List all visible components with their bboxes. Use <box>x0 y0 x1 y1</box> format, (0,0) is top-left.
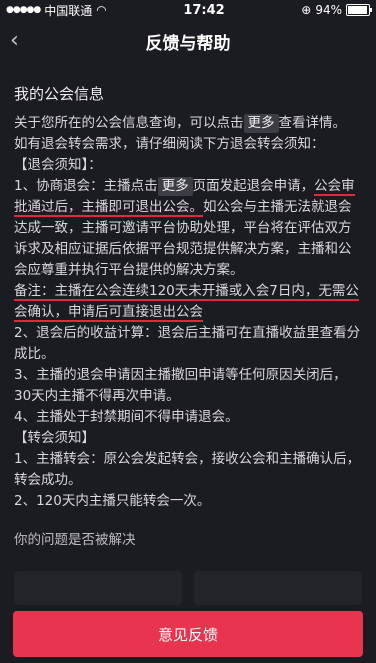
battery-percent: 94% <box>315 3 342 17</box>
exit-item-2: 2、退会后的收益计算：退会后主播可在直播收益里查看分成比。 <box>14 325 361 362</box>
status-right: ⊕ 94% <box>301 3 372 17</box>
unresolved-button[interactable] <box>194 571 362 605</box>
info-text-a: 关于您所在的公会信息查询，可以点击 <box>14 115 244 131</box>
signal-icon: ●●●●● <box>6 5 41 15</box>
battery-icon <box>345 4 372 16</box>
status-bar: ●●●●● 中国联通 ◠ 17:42 ⊕ 94% <box>0 0 376 20</box>
more-button-inline[interactable]: 更多 <box>157 177 193 196</box>
resolved-question: 你的问题是否被解决 <box>14 532 136 548</box>
item1-text-a: 1、协商退会：主播点击 <box>14 178 158 194</box>
guild-info-section: 我的公会信息 关于您所在的公会信息查询，可以点击 更多 查看详情。 如有退会转会需求… <box>0 84 376 551</box>
chevron-left-icon[interactable]: ‹ <box>10 28 19 53</box>
orientation-lock-icon: ⊕ <box>301 3 312 17</box>
info-text-b: 查看详情。 <box>278 115 347 131</box>
page-title: 反馈与帮助 <box>145 33 231 54</box>
feedback-button[interactable]: 意见反馈 <box>13 611 363 657</box>
exit-intro: 如有退会转会需求，请仔细阅读下方退会转会须知： <box>14 136 325 152</box>
section-title: 我的公会信息 <box>14 85 105 103</box>
more-button[interactable]: 更多 <box>243 114 279 133</box>
clock: 17:42 <box>183 2 225 18</box>
item1-text-b: 页面发起退会申请， <box>192 178 315 194</box>
resolved-button[interactable] <box>14 571 182 605</box>
exit-item-3: 3、主播的退会申请因主播撤回申请等任何原因关闭后，30天内主播不得再次申请。 <box>14 367 347 404</box>
transfer-item-2: 2、120天内主播只能转会一次。 <box>14 493 211 509</box>
answer-buttons <box>0 571 376 605</box>
wifi-icon: ◠ <box>96 3 107 17</box>
exit-heading: 【退会须知】： <box>14 157 102 173</box>
guild-info-text: 关于您所在的公会信息查询，可以点击 更多 查看详情。 <box>14 113 362 134</box>
highlight-note: 备注：主播在公会连续120天未开播或入会7日内，无需公会确认，申请后可直接退出公… <box>14 283 359 322</box>
exit-item-1: 1、协商退会：主播点击 更多 页面发起退会申请，公会审批通过后，主播即可退出公会。如… <box>14 176 362 281</box>
battery-fill <box>347 6 367 14</box>
nav-bar: ‹ 反馈与帮助 <box>0 20 376 62</box>
transfer-item-1: 1、主播转会：原公会发起转会，接收公会和主播确认后，转会成功。 <box>14 451 361 488</box>
exit-note: 备注：主播在公会连续120天未开播或入会7日内，无需公会确认，申请后可直接退出公… <box>14 281 362 323</box>
status-left: ●●●●● 中国联通 ◠ <box>6 2 107 19</box>
exit-item-4: 4、主播处于封禁期间不得申请退会。 <box>14 409 239 425</box>
transfer-heading: 【转会须知】 <box>14 430 95 446</box>
carrier-label: 中国联通 <box>44 3 93 18</box>
